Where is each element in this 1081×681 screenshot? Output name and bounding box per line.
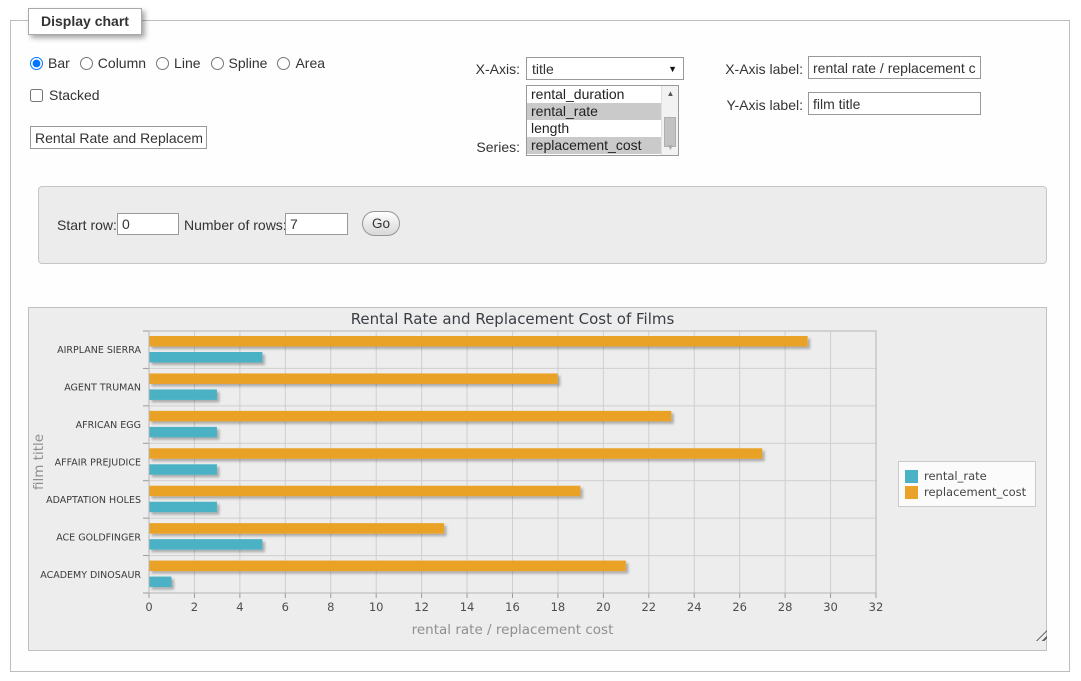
start-row-input[interactable] [117, 213, 179, 235]
x-axis-select[interactable]: title [526, 57, 684, 80]
svg-text:26: 26 [732, 600, 747, 614]
legend-entry-label: rental_rate [924, 469, 987, 483]
chart-type-radio-group: Bar Column Line Spline Area [30, 55, 335, 71]
svg-text:16: 16 [505, 600, 520, 614]
stacked-checkbox[interactable] [30, 89, 43, 102]
radio-line-label: Line [174, 55, 200, 71]
radio-line[interactable]: Line [156, 55, 200, 71]
svg-text:32: 32 [869, 600, 884, 614]
scrollbar-up-arrow-icon[interactable]: ▲ [662, 86, 679, 101]
svg-text:ACADEMY DINOSAUR: ACADEMY DINOSAUR [40, 570, 141, 581]
stacked-label: Stacked [49, 87, 100, 103]
y-axis-label-input[interactable] [808, 92, 981, 115]
series-options: rental_duration rental_rate length repla… [527, 86, 661, 155]
svg-text:10: 10 [369, 600, 384, 614]
series-option-length[interactable]: length [527, 120, 661, 137]
chart-container: Rental Rate and Replacement Cost of Film… [28, 307, 1047, 651]
svg-text:0: 0 [145, 600, 152, 614]
radio-area[interactable]: Area [277, 55, 325, 71]
radio-spline-input[interactable] [211, 57, 224, 70]
radio-area-label: Area [295, 55, 325, 71]
svg-text:AFFAIR PREJUDICE: AFFAIR PREJUDICE [55, 458, 141, 469]
radio-spline-label: Spline [229, 55, 268, 71]
svg-text:6: 6 [282, 600, 289, 614]
page: Display chart Bar Column Line Spline Are… [0, 0, 1081, 681]
svg-text:22: 22 [641, 600, 656, 614]
radio-line-input[interactable] [156, 57, 169, 70]
svg-text:30: 30 [823, 600, 838, 614]
svg-text:12: 12 [414, 600, 429, 614]
radio-bar-input[interactable] [30, 57, 43, 70]
series-scrollbar[interactable]: ▲ ▼ [661, 86, 678, 155]
svg-text:AIRPLANE SIERRA: AIRPLANE SIERRA [57, 345, 141, 356]
svg-text:24: 24 [687, 600, 702, 614]
radio-spline[interactable]: Spline [211, 55, 268, 71]
series-label: Series: [455, 139, 520, 155]
x-axis-label-input[interactable] [808, 56, 981, 79]
series-option-rental-rate[interactable]: rental_rate [527, 103, 661, 120]
legend-entry: replacement_cost [905, 485, 1026, 499]
svg-text:4: 4 [236, 600, 243, 614]
radio-bar-label: Bar [48, 55, 70, 71]
stacked-checkbox-row: Stacked [30, 87, 100, 103]
svg-text:AGENT TRUMAN: AGENT TRUMAN [64, 383, 141, 394]
series-option-replacement-cost[interactable]: replacement_cost [527, 137, 661, 154]
legend-swatch-icon [905, 486, 918, 499]
radio-area-input[interactable] [277, 57, 290, 70]
svg-text:film title: film title [31, 434, 47, 490]
go-button[interactable]: Go [362, 211, 400, 236]
legend-entry: rental_rate [905, 469, 1026, 483]
svg-text:8: 8 [327, 600, 334, 614]
svg-text:rental rate / replacement cost: rental rate / replacement cost [412, 622, 614, 638]
num-rows-label: Number of rows: [184, 217, 287, 233]
x-axis-label: X-Axis: [455, 61, 520, 77]
bar-chart: Rental Rate and Replacement Cost of Film… [29, 308, 1046, 650]
y-axis-label-field-label: Y-Axis label: [705, 97, 803, 113]
svg-text:Rental Rate and Replacement Co: Rental Rate and Replacement Cost of Film… [351, 310, 675, 328]
legend-swatch-icon [905, 470, 918, 483]
svg-text:AFRICAN EGG: AFRICAN EGG [76, 420, 141, 431]
panel-title: Display chart [28, 8, 142, 35]
radio-column[interactable]: Column [80, 55, 146, 71]
svg-text:ACE GOLDFINGER: ACE GOLDFINGER [56, 532, 141, 543]
radio-bar[interactable]: Bar [30, 55, 70, 71]
scrollbar-down-arrow-icon[interactable]: ▼ [662, 140, 679, 155]
radio-column-input[interactable] [80, 57, 93, 70]
series-option-rental-duration[interactable]: rental_duration [527, 86, 661, 103]
x-axis-label-field-label: X-Axis label: [705, 61, 803, 77]
chart-title-input[interactable] [30, 126, 207, 149]
radio-column-label: Column [98, 55, 146, 71]
svg-text:18: 18 [551, 600, 566, 614]
svg-text:ADAPTATION HOLES: ADAPTATION HOLES [46, 495, 141, 506]
svg-text:20: 20 [596, 600, 611, 614]
svg-text:14: 14 [460, 600, 475, 614]
x-axis-select-wrap: title ▼ [526, 57, 684, 80]
svg-text:2: 2 [191, 600, 198, 614]
legend-entry-label: replacement_cost [924, 485, 1026, 499]
chart-legend: rental_rate replacement_cost [898, 461, 1036, 507]
svg-text:28: 28 [778, 600, 793, 614]
num-rows-input[interactable] [285, 213, 348, 235]
start-row-label: Start row: [57, 217, 117, 233]
series-listbox[interactable]: rental_duration rental_rate length repla… [526, 85, 679, 156]
